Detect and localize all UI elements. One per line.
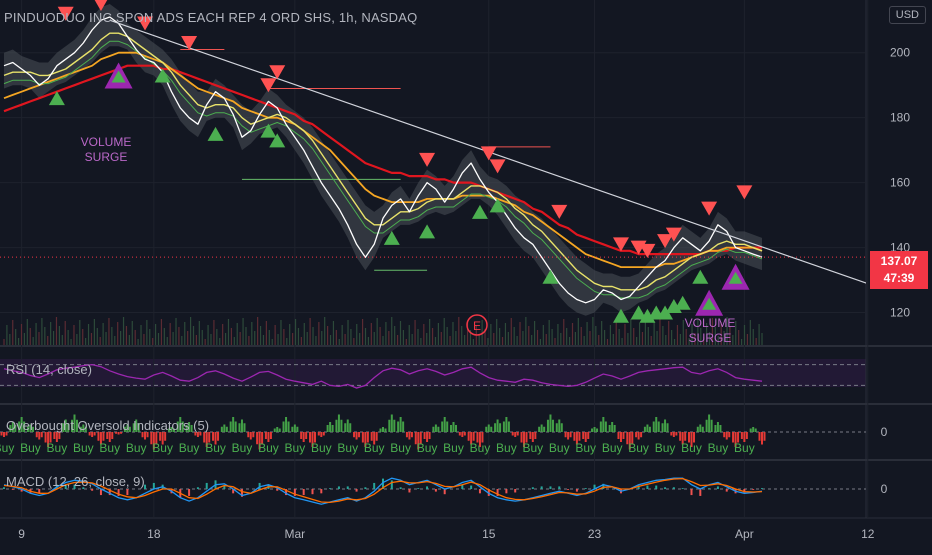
price-tick-label: 160 — [890, 176, 910, 190]
chart-header-title[interactable]: PINDUODUO INC SPON ADS EACH REP 4 ORD SH… — [4, 10, 417, 25]
osc-buy-label: Buy — [205, 441, 226, 455]
time-tick-label: 15 — [482, 527, 496, 541]
osc-buy-label: Buy — [20, 441, 41, 455]
osc-buy-label: Buy — [417, 441, 438, 455]
time-tick-label: 12 — [861, 527, 875, 541]
chart-root: Buy Buy Buy Buy Buy Buy Buy Buy Buy Buy Buy Buy Buy B… — [0, 0, 932, 550]
osc-buy-label: Buy — [708, 441, 729, 455]
osc-buy-label: Buy — [285, 441, 306, 455]
last-price-tag: 137.07 47:39 — [870, 251, 928, 289]
time-tick-label: 18 — [147, 527, 161, 541]
osc-buy-label: Buy — [73, 441, 94, 455]
osc-buy-label: Buy — [390, 441, 411, 455]
chart-canvas[interactable]: Buy Buy Buy Buy Buy Buy Buy Buy Buy Buy Buy Buy Buy B… — [0, 0, 932, 550]
osc-buy-label: Buy — [364, 441, 385, 455]
macd-legend[interactable]: MACD (12, 26, close, 9) — [6, 474, 145, 489]
rsi-band-fill — [0, 359, 866, 387]
osc-buy-label: Buy — [258, 441, 279, 455]
osc-buy-label: Buy — [179, 441, 200, 455]
volume-surge-label-1b: SURGE — [85, 150, 128, 164]
earnings-label: E — [473, 319, 481, 333]
osc-buy-label: Buy — [681, 441, 702, 455]
volume-surge-label-2b: SURGE — [689, 331, 732, 345]
osc-buy-label: Buy — [47, 441, 68, 455]
time-tick-label: 9 — [18, 527, 25, 541]
price-tick-label: 180 — [890, 111, 910, 125]
osc-buy-label: Buy — [232, 441, 253, 455]
osc-zero-tick: 0 — [881, 425, 888, 439]
osc-buy-label: Buy — [126, 441, 147, 455]
time-tick-label: 23 — [588, 527, 602, 541]
osc-buy-label: Buy — [443, 441, 464, 455]
last-price-value: 137.07 — [880, 254, 918, 268]
osc-buy-label: Buy — [522, 441, 543, 455]
currency-badge[interactable]: USD — [888, 6, 926, 24]
price-tick-label: 120 — [890, 306, 910, 320]
osc-buy-label: Buy — [628, 441, 649, 455]
osc-buy-label: Buy — [734, 441, 755, 455]
osc-buy-label: Buy — [655, 441, 676, 455]
osc-buy-label: Buy — [311, 441, 332, 455]
osc-buy-label: Buy — [337, 441, 358, 455]
bar-countdown: 47:39 — [883, 271, 915, 285]
osc-buy-label: Buy — [549, 441, 570, 455]
osc-buy-label: Buy — [496, 441, 517, 455]
osc-buy-label: Buy — [0, 441, 14, 455]
osc-legend[interactable]: Overbought Oversold Indicators (5) — [6, 418, 209, 433]
osc-buy-label: Buy — [152, 441, 173, 455]
rsi-legend[interactable]: RSI (14, close) — [6, 362, 92, 377]
osc-buy-label: Buy — [602, 441, 623, 455]
price-tick-label: 200 — [890, 46, 910, 60]
osc-buy-label: Buy — [470, 441, 491, 455]
volume-surge-label-2a: VOLUME — [685, 316, 736, 330]
osc-buy-label: Buy — [575, 441, 596, 455]
time-tick-label: Apr — [735, 527, 754, 541]
osc-buy-label: Buy — [99, 441, 120, 455]
volume-surge-label-1a: VOLUME — [81, 135, 132, 149]
macd-zero-tick: 0 — [881, 482, 888, 496]
time-tick-label: Mar — [285, 527, 306, 541]
